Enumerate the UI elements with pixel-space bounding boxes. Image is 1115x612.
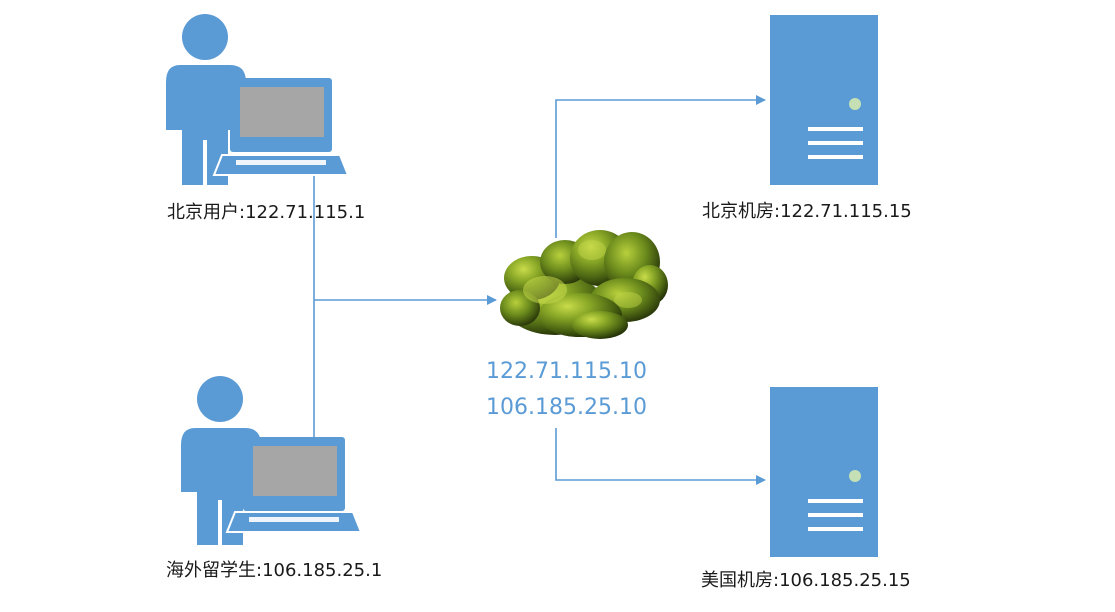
us-server-label: 美国机房:106.185.25.15	[701, 570, 911, 591]
cloud-to-us-arrow	[555, 428, 766, 485]
us-server-icon	[770, 387, 878, 557]
network-diagram	[166, 14, 878, 557]
beijing-user-label: 北京用户:122.71.115.1	[167, 202, 366, 223]
beijing-server-icon	[770, 15, 878, 185]
cloud-ip-2: 106.185.25.10	[486, 395, 647, 420]
cloud-ip-1: 122.71.115.10	[486, 359, 647, 384]
cloud-bush-icon	[500, 230, 668, 339]
beijing-user-icon	[166, 14, 350, 185]
beijing-server-label: 北京机房:122.71.115.15	[702, 201, 912, 222]
overseas-student-label: 海外留学生:106.185.25.1	[166, 560, 383, 581]
overseas-student-icon	[181, 376, 363, 545]
